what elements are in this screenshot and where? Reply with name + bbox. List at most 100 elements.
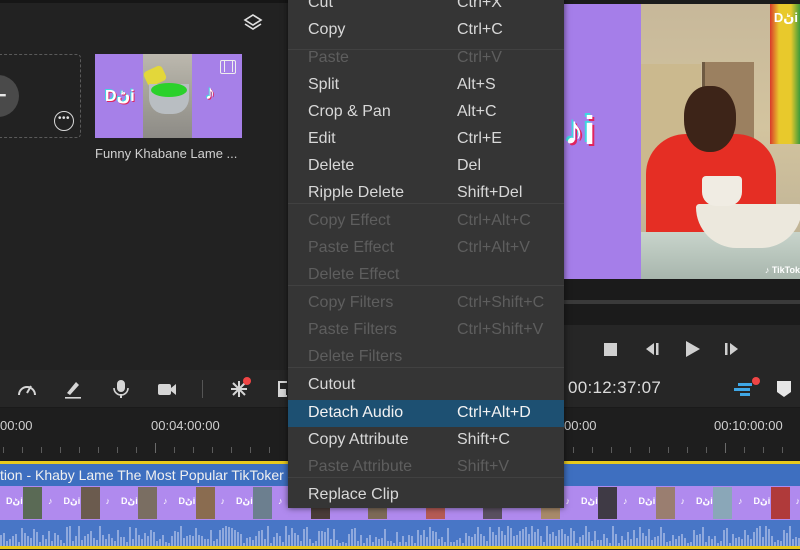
menu-item-cut[interactable]: Cut Ctrl+X	[288, 0, 564, 17]
waveform-bar	[471, 537, 473, 546]
waveform-bar	[36, 532, 38, 546]
preview-seekbar[interactable]	[564, 300, 800, 304]
waveform-bar	[507, 526, 509, 546]
waveform-bar	[438, 539, 440, 546]
waveform-bar	[297, 535, 299, 546]
waveform-bar	[306, 527, 308, 546]
ruler-tick	[79, 447, 80, 453]
layers-icon[interactable]	[242, 12, 264, 32]
waveform-bar	[564, 534, 566, 546]
timeline-settings-icon[interactable]	[732, 379, 754, 399]
menu-item-crop-pan[interactable]: Crop & Pan Alt+C	[288, 99, 564, 126]
waveform-bar	[711, 539, 713, 546]
menu-item-delete[interactable]: Delete Del	[288, 153, 564, 180]
speed-icon[interactable]	[16, 379, 38, 399]
menu-item-detach-audio[interactable]: Detach Audio Ctrl+Alt+D	[288, 400, 564, 427]
menu-item-label: Ripple Delete	[308, 184, 405, 201]
media-clip-thumbnail[interactable]: Dڻi ♪	[95, 54, 242, 138]
menu-item-copy[interactable]: Copy Ctrl+C	[288, 17, 564, 44]
menu-item-shortcut: Ctrl+Shift+C	[457, 294, 545, 311]
waveform-bar	[573, 531, 575, 546]
waveform-bar	[177, 532, 179, 546]
menu-item-label: Detach Audio	[308, 404, 404, 421]
menu-item-ripple-delete[interactable]: Ripple Delete Shift+Del	[288, 180, 564, 207]
waveform-bar	[750, 539, 752, 546]
edit-pen-icon[interactable]	[62, 379, 84, 399]
menu-item-label: Paste Filters	[308, 321, 397, 338]
clip-title: tion - Khaby Lame The Most Popular TikTo…	[0, 467, 320, 483]
waveform-bar	[441, 537, 443, 546]
import-media-box[interactable]: + •••	[0, 54, 81, 138]
waveform-bar	[648, 529, 650, 546]
video-editor: + ••• Dڻi ♪ Funny Khabane Lame ... ♪i	[0, 0, 800, 550]
waveform-bar	[726, 528, 728, 546]
ruler-tick	[193, 447, 194, 453]
waveform-bar	[0, 535, 2, 546]
filmstrip-frame	[253, 487, 272, 519]
waveform-bar	[264, 539, 266, 546]
previous-frame-icon[interactable]	[642, 339, 662, 359]
play-icon[interactable]	[682, 339, 702, 359]
menu-item-shortcut: Alt+C	[457, 103, 497, 120]
menu-item-split[interactable]: Split Alt+S	[288, 72, 564, 99]
clip-audio-waveform[interactable]	[0, 520, 800, 546]
stop-icon[interactable]	[600, 339, 620, 359]
camera-record-icon[interactable]	[156, 379, 178, 399]
waveform-bar	[633, 530, 635, 546]
waveform-bar	[201, 536, 203, 546]
waveform-bar	[489, 527, 491, 546]
next-frame-icon[interactable]	[722, 339, 742, 359]
ruler-tick	[763, 447, 764, 453]
preview-panel: ♪i Dڻi ♪ TikTok	[564, 0, 800, 371]
add-media-icon[interactable]: +	[0, 75, 19, 117]
waveform-bar	[111, 538, 113, 546]
waveform-bar	[378, 539, 380, 546]
waveform-bar	[309, 539, 311, 546]
waveform-bar	[33, 529, 35, 546]
filmstrip-frame	[23, 487, 42, 519]
menu-item-label: Delete Filters	[308, 348, 403, 365]
waveform-bar	[135, 528, 137, 546]
waveform-bar	[795, 537, 797, 546]
waveform-bar	[435, 532, 437, 546]
microphone-icon[interactable]	[110, 379, 132, 399]
waveform-bar	[612, 526, 614, 546]
menu-item-edit[interactable]: Edit Ctrl+E	[288, 126, 564, 153]
menu-item-shortcut: Ctrl+E	[457, 130, 502, 147]
menu-item-paste-filters: Paste Filters Ctrl+Shift+V	[288, 317, 564, 344]
menu-item-paste-attribute: Paste Attribute Shift+V	[288, 454, 564, 481]
waveform-bar	[753, 532, 755, 546]
waveform-bar	[744, 530, 746, 546]
waveform-bar	[186, 536, 188, 546]
waveform-bar	[108, 534, 110, 546]
waveform-bar	[696, 535, 698, 546]
ruler-tick	[744, 447, 745, 453]
waveform-bar	[180, 526, 182, 546]
waveform-bar	[702, 527, 704, 546]
ruler-tick	[22, 447, 23, 453]
menu-item-delete-filters: Delete Filters	[288, 344, 564, 371]
waveform-bar	[783, 530, 785, 546]
waveform-bar	[258, 531, 260, 546]
menu-item-replace-clip[interactable]: Replace Clip	[288, 482, 564, 509]
ruler-tick	[117, 447, 118, 453]
filmstrip-frame	[80, 487, 100, 519]
tiktok-logo-icon: ♪	[220, 496, 226, 506]
menu-item-label: Paste Effect	[308, 239, 394, 256]
menu-item-shortcut: Shift+C	[457, 431, 510, 448]
waveform-bar	[537, 529, 539, 546]
more-options-icon[interactable]: •••	[54, 111, 74, 131]
layout-icon[interactable]	[277, 379, 287, 399]
menu-item-copy-attribute[interactable]: Copy Attribute Shift+C	[288, 427, 564, 454]
waveform-bar	[768, 529, 770, 546]
waveform-bar	[138, 535, 140, 546]
waveform-bar	[519, 531, 521, 546]
ruler-tick	[60, 447, 61, 453]
menu-item-cutout[interactable]: Cutout	[288, 372, 564, 399]
waveform-bar	[528, 534, 530, 546]
waveform-bar	[147, 536, 149, 546]
marker-icon[interactable]	[774, 379, 796, 399]
waveform-bar	[150, 530, 152, 546]
waveform-bar	[273, 537, 275, 546]
waveform-bar	[48, 531, 50, 546]
